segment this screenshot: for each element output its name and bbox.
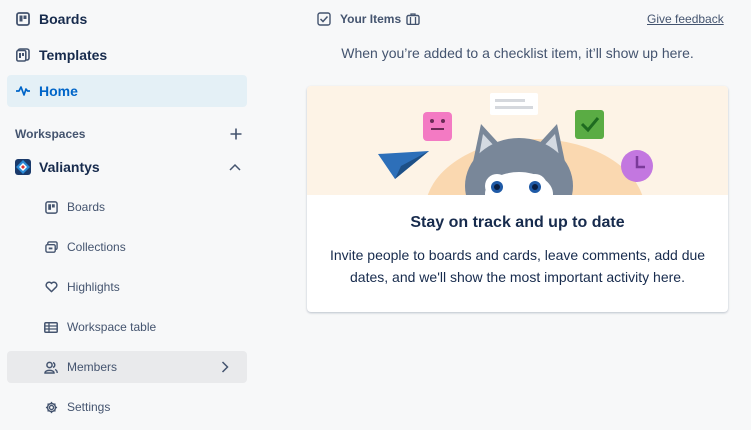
your-items-header: Your Items xyxy=(317,10,420,28)
workspace-item-table[interactable]: Workspace table xyxy=(7,311,247,343)
collections-icon xyxy=(43,239,59,255)
heart-icon xyxy=(43,279,59,295)
workspace-item-label: Highlights xyxy=(67,280,120,294)
sidebar-item-label: Boards xyxy=(39,11,88,27)
workspace-item-label: Members xyxy=(67,360,118,374)
workspaces-heading: Workspaces xyxy=(15,127,86,141)
workspace-item-members[interactable]: Members xyxy=(7,351,247,383)
empty-state-message: When you’re added to a checklist item, i… xyxy=(341,45,694,61)
workspace-item-label: Collections xyxy=(67,240,126,254)
sidebar-item-label: Templates xyxy=(39,47,108,63)
card-title: Stay on track and up to date xyxy=(410,214,625,231)
workspace-item-collections[interactable]: Collections xyxy=(7,231,247,263)
empty-state-illustration xyxy=(307,86,728,195)
members-icon xyxy=(43,359,59,375)
workspace-name: Valiantys xyxy=(39,159,100,175)
gear-icon xyxy=(43,399,59,415)
workspace-item-settings[interactable]: Settings xyxy=(7,391,247,423)
workspace-item-boards[interactable]: Boards xyxy=(7,191,247,223)
workspace-item-label: Settings xyxy=(67,400,111,414)
template-icon xyxy=(15,47,31,63)
sidebar-item-label: Home xyxy=(39,83,78,99)
give-feedback-link[interactable]: Give feedback xyxy=(647,12,724,26)
workspace-item-label: Workspace table xyxy=(67,320,157,334)
card-description: Invite people to boards and cards, leave… xyxy=(329,247,706,285)
workspace-item-label: Boards xyxy=(67,200,106,214)
workspace-item-highlights[interactable]: Highlights xyxy=(7,271,247,303)
briefcase-icon xyxy=(406,13,420,25)
activity-pulse-icon xyxy=(15,83,31,99)
sidebar-item-boards[interactable]: Boards xyxy=(7,3,247,35)
sidebar-item-templates[interactable]: Templates xyxy=(7,39,247,71)
board-icon xyxy=(43,199,59,215)
sidebar: Boards Templates Home Workspaces Valiant… xyxy=(0,0,254,430)
workspace-logo xyxy=(15,159,31,175)
add-workspace-button[interactable] xyxy=(226,124,246,144)
checkbox-icon xyxy=(317,12,331,26)
chevron-up-icon[interactable] xyxy=(225,157,245,177)
plus-icon xyxy=(230,128,242,140)
chevron-right-icon xyxy=(217,359,233,375)
sidebar-item-home[interactable]: Home xyxy=(7,75,247,107)
table-icon xyxy=(43,319,59,335)
page-title: Your Items xyxy=(340,12,402,26)
board-icon xyxy=(15,11,31,27)
workspace-toggle[interactable]: Valiantys xyxy=(7,151,247,183)
empty-state-card: Stay on track and up to date Invite peop… xyxy=(307,86,728,312)
